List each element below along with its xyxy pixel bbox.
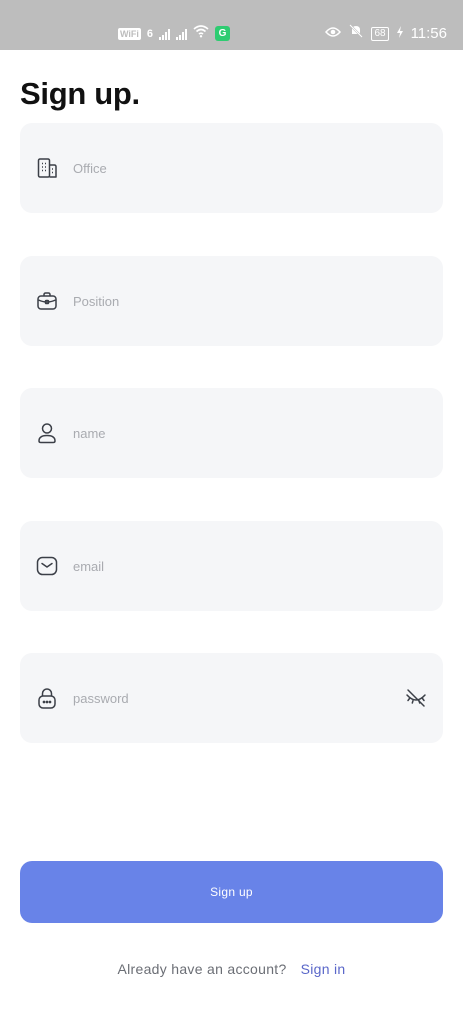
page-title: Sign up. [20,76,140,111]
app-badge-icon: G [215,26,231,41]
building-icon [35,156,59,180]
mail-icon [35,554,59,578]
name-input[interactable] [73,388,393,478]
eye-off-icon[interactable] [403,685,429,711]
email-field[interactable] [20,521,443,611]
signin-link[interactable]: Sign in [301,961,346,977]
office-input[interactable] [73,123,393,213]
email-input[interactable] [73,521,393,611]
battery-icon: 68 [371,26,389,41]
signal-icon [159,28,171,40]
position-input[interactable] [73,256,393,346]
status-bar-left-group: WiFi 6 G [118,24,231,43]
network-number: 6 [146,27,154,40]
already-have-account-text: Already have an account? [117,961,287,977]
wifi-icon [193,24,209,43]
signin-prompt: Already have an account? Sign in [0,958,463,980]
position-field[interactable] [20,256,443,346]
charging-icon [396,25,403,43]
lock-icon [35,686,59,710]
user-icon [35,421,59,445]
bell-off-icon [349,24,364,43]
signup-button[interactable]: Sign up [20,861,443,923]
password-field[interactable] [20,653,443,743]
wifi-tag-icon: WiFi [118,27,141,40]
status-bar-right-group: 68 11:56 [325,24,447,43]
signal-icon [176,28,188,40]
briefcase-icon [35,289,59,313]
status-bar: WiFi 6 G 68 11:56 [0,0,463,50]
password-input[interactable] [73,653,393,743]
status-time: 11:56 [410,25,447,42]
name-field[interactable] [20,388,443,478]
eye-icon [325,25,342,43]
office-field[interactable] [20,123,443,213]
